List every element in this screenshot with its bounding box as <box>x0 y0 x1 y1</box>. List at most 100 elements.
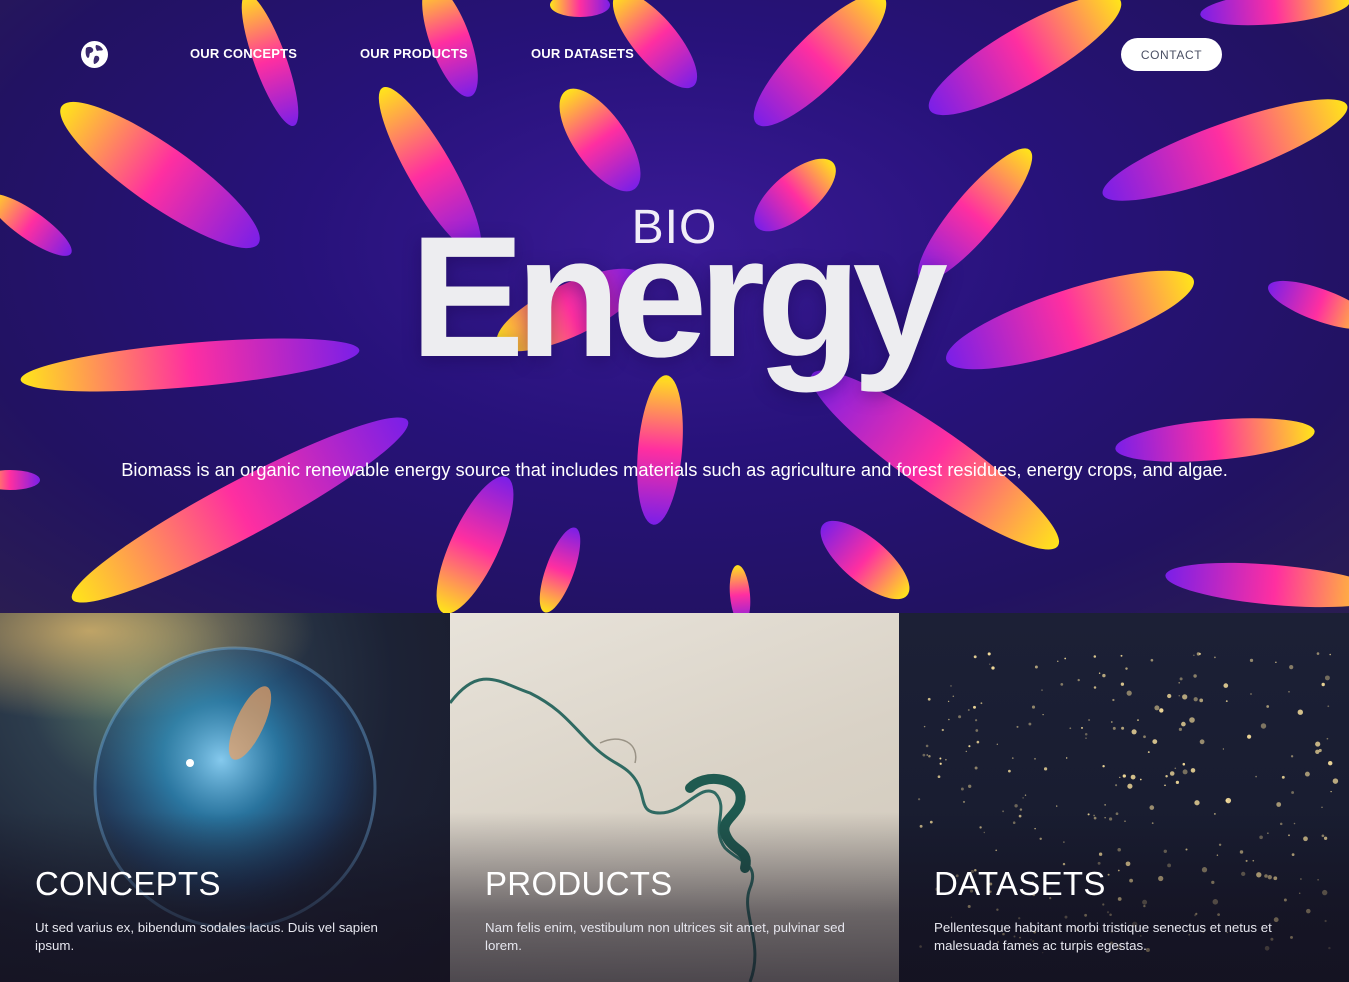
city-light <box>1289 665 1294 670</box>
city-light <box>1249 658 1254 663</box>
city-light <box>1179 677 1183 681</box>
city-light <box>1288 690 1290 693</box>
city-light <box>1093 686 1097 689</box>
city-light <box>1093 655 1097 658</box>
city-light <box>1084 733 1088 736</box>
city-light <box>926 754 928 756</box>
city-light <box>1327 760 1333 766</box>
city-light <box>928 754 931 758</box>
city-light <box>1169 771 1175 776</box>
card-datasets[interactable]: DATASETS Pellentesque habitant morbi tri… <box>899 613 1349 982</box>
city-light <box>937 775 941 779</box>
city-light <box>1193 697 1198 702</box>
city-light <box>1022 797 1024 799</box>
city-light <box>1276 802 1282 807</box>
city-light <box>1031 705 1036 709</box>
city-light <box>1085 737 1087 739</box>
city-light <box>1178 695 1180 697</box>
city-light <box>925 744 929 748</box>
hero-title-large: Energy <box>409 201 948 393</box>
city-light <box>1081 726 1083 729</box>
city-light <box>1199 698 1204 703</box>
city-light <box>1127 783 1133 789</box>
city-light <box>1194 800 1200 806</box>
city-light <box>1321 806 1323 808</box>
city-light <box>1137 719 1139 721</box>
city-light <box>952 695 955 697</box>
city-light <box>962 800 966 803</box>
city-light <box>1297 709 1303 715</box>
city-light <box>1225 797 1232 804</box>
city-light <box>1167 693 1172 699</box>
city-light <box>1321 682 1325 687</box>
city-light <box>1150 658 1154 662</box>
city-light <box>968 745 971 748</box>
city-light <box>1056 805 1058 807</box>
card-title-datasets: DATASETS <box>934 865 1106 902</box>
city-light <box>1182 762 1186 766</box>
city-light <box>1222 748 1225 750</box>
city-light <box>980 702 983 705</box>
city-light <box>1315 749 1320 754</box>
city-light <box>1115 784 1118 787</box>
city-light <box>973 705 976 709</box>
city-light <box>1182 769 1188 775</box>
city-light <box>1223 683 1229 688</box>
city-light <box>1043 767 1048 771</box>
city-light <box>1119 776 1121 779</box>
city-light <box>1196 652 1201 656</box>
city-light <box>967 709 970 711</box>
city-light <box>1120 654 1123 657</box>
nav-link-our-products[interactable]: OUR PRODUCTS <box>360 46 468 61</box>
city-light <box>1125 667 1128 670</box>
city-light <box>941 728 944 732</box>
city-light <box>1110 721 1113 723</box>
city-light <box>1057 660 1059 662</box>
nav-link-our-concepts[interactable]: OUR CONCEPTS <box>190 46 297 61</box>
city-light <box>1104 804 1106 806</box>
contact-button[interactable]: CONTACT <box>1121 38 1222 71</box>
city-light <box>1250 693 1252 695</box>
city-light <box>1290 755 1294 758</box>
city-light <box>1016 725 1019 728</box>
city-light <box>1193 654 1195 656</box>
city-light <box>974 766 978 770</box>
city-light <box>1042 713 1044 716</box>
city-light <box>1064 657 1067 660</box>
city-light <box>1122 774 1126 778</box>
city-light <box>996 743 998 745</box>
city-light <box>991 666 995 670</box>
card-text-products: Nam felis enim, vestibulum non ultrices … <box>485 920 845 953</box>
city-light <box>1034 757 1036 760</box>
city-light <box>1041 689 1043 691</box>
hero-section: OUR CONCEPTS OUR PRODUCTS OUR DATASETS C… <box>0 0 1349 613</box>
card-products[interactable]: PRODUCTS Nam felis enim, vestibulum non … <box>450 613 899 982</box>
city-light <box>1139 778 1142 781</box>
city-light <box>1149 805 1155 810</box>
city-light <box>927 697 931 701</box>
city-light <box>1260 723 1267 729</box>
city-light <box>1326 737 1329 740</box>
city-light <box>1199 739 1205 745</box>
city-light <box>939 762 942 765</box>
city-light <box>923 725 926 728</box>
city-light <box>1152 739 1158 745</box>
card-concepts[interactable]: CONCEPTS Ut sed varius ex, bibendum soda… <box>0 613 450 982</box>
city-light <box>939 757 942 760</box>
city-light <box>1034 665 1038 669</box>
city-light <box>1190 768 1196 773</box>
city-light <box>1247 734 1252 739</box>
city-light <box>1329 653 1332 656</box>
city-light <box>975 729 979 732</box>
nav-link-our-datasets[interactable]: OUR DATASETS <box>531 46 634 61</box>
city-light <box>973 655 977 659</box>
city-light <box>1225 700 1228 702</box>
city-light <box>1327 705 1330 708</box>
globe-icon[interactable] <box>80 40 109 69</box>
card-text-concepts: Ut sed varius ex, bibendum sodales lacus… <box>35 920 378 953</box>
city-light <box>1175 780 1180 785</box>
city-light <box>1178 682 1180 684</box>
city-light <box>1316 652 1320 655</box>
city-light <box>1019 808 1023 811</box>
city-light <box>917 798 921 801</box>
